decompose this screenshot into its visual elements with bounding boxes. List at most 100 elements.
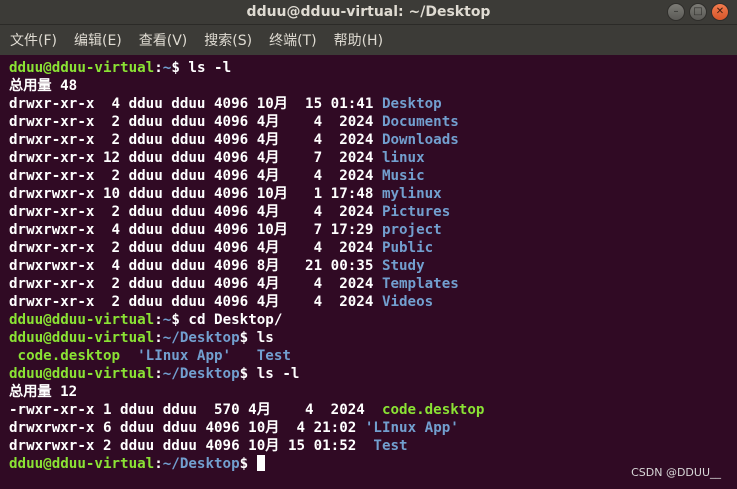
prompt-symbol: $ [239, 330, 249, 346]
terminal-line: dduu@dduu-virtual:~/Desktop$ [9, 455, 728, 473]
prompt-separator: : [154, 366, 163, 382]
terminal-line: drwxrwxr-x 4 dduu dduu 4096 10月 7 17:29 … [9, 221, 728, 239]
command-text: ls -l [248, 366, 300, 382]
file-metadata: drwxr-xr-x 2 dduu dduu 4096 4月 4 2024 [9, 132, 382, 148]
file-metadata: drwxr-xr-x 2 dduu dduu 4096 4月 4 2024 [9, 276, 382, 292]
prompt-user: dduu@dduu-virtual [9, 312, 155, 328]
terminal-line: drwxrwxr-x 4 dduu dduu 4096 8月 21 00:35 … [9, 257, 728, 275]
file-metadata: drwxr-xr-x 2 dduu dduu 4096 4月 4 2024 [9, 240, 382, 256]
prompt-user: dduu@dduu-virtual [9, 330, 155, 346]
terminal-line: drwxr-xr-x 2 dduu dduu 4096 4月 4 2024 Pu… [9, 239, 728, 257]
file-name: Desktop [381, 96, 442, 112]
terminal-line: drwxrwxr-x 10 dduu dduu 4096 10月 1 17:48… [9, 185, 728, 203]
file-name: Videos [381, 294, 434, 310]
menu-edit[interactable]: 编辑(E) [72, 28, 124, 52]
window-title: dduu@dduu-virtual: ~/Desktop [246, 4, 491, 20]
file-name: Documents [381, 114, 459, 130]
file-metadata: -rwxr-xr-x 1 dduu dduu 570 4月 4 2024 [9, 402, 382, 418]
file-name: Test [256, 348, 291, 364]
file-name: Public [381, 240, 434, 256]
file-metadata: drwxrwxr-x 4 dduu dduu 4096 10月 7 17:29 [9, 222, 382, 238]
terminal-line: drwxr-xr-x 2 dduu dduu 4096 4月 4 2024 Do… [9, 113, 728, 131]
command-text [248, 456, 257, 472]
file-metadata: drwxr-xr-x 4 dduu dduu 4096 10月 15 01:41 [9, 96, 382, 112]
terminal-line: dduu@dduu-virtual:~/Desktop$ ls [9, 329, 728, 347]
terminal-line: -rwxr-xr-x 1 dduu dduu 570 4月 4 2024 cod… [9, 401, 728, 419]
terminal-line: drwxrwxr-x 6 dduu dduu 4096 10月 4 21:02 … [9, 419, 728, 437]
prompt-user: dduu@dduu-virtual [9, 456, 155, 472]
menu-help[interactable]: 帮助(H) [332, 28, 385, 52]
file-metadata: drwxr-xr-x 2 dduu dduu 4096 4月 4 2024 [9, 114, 382, 130]
prompt-path: ~/Desktop [162, 330, 240, 346]
file-metadata: drwxr-xr-x 2 dduu dduu 4096 4月 4 2024 [9, 204, 382, 220]
menu-bar: 文件(F) 编辑(E) 查看(V) 搜索(S) 终端(T) 帮助(H) [0, 25, 737, 55]
file-name: Test [373, 438, 408, 454]
prompt-user: dduu@dduu-virtual [9, 366, 155, 382]
prompt-path: ~/Desktop [162, 366, 240, 382]
command-text: ls -l [179, 60, 232, 76]
terminal-line: drwxrwxr-x 2 dduu dduu 4096 10月 15 01:52… [9, 437, 728, 455]
file-metadata: drwxr-xr-x 2 dduu dduu 4096 4月 4 2024 [9, 168, 382, 184]
minimize-icon[interactable]: – [667, 3, 685, 21]
prompt-separator: : [154, 312, 163, 328]
file-metadata: drwxr-xr-x 12 dduu dduu 4096 4月 7 2024 [9, 150, 382, 166]
file-name: mylinux [381, 186, 442, 202]
file-name: project [381, 222, 442, 238]
file-name: linux [381, 150, 425, 166]
file-metadata: drwxr-xr-x 2 dduu dduu 4096 4月 4 2024 [9, 294, 382, 310]
file-name: Downloads [381, 132, 459, 148]
terminal-line: drwxr-xr-x 2 dduu dduu 4096 4月 4 2024 Vi… [9, 293, 728, 311]
prompt-symbol: $ [239, 456, 249, 472]
terminal-line: code.desktop 'LInux App' Test [9, 347, 728, 365]
prompt-separator: : [154, 60, 163, 76]
text-cursor [256, 455, 265, 471]
file-name: 'LInux App' [137, 348, 232, 364]
command-text: cd Desktop/ [179, 312, 283, 328]
terminal-window: dduu@dduu-virtual: ~/Desktop – □ ✕ 文件(F)… [0, 0, 737, 489]
prompt-separator: : [154, 330, 163, 346]
terminal-line: drwxr-xr-x 2 dduu dduu 4096 4月 4 2024 Te… [9, 275, 728, 293]
menu-search[interactable]: 搜索(S) [202, 28, 254, 52]
menu-view[interactable]: 查看(V) [137, 28, 190, 52]
prompt-separator: : [154, 456, 163, 472]
maximize-icon[interactable]: □ [689, 3, 707, 21]
file-name: Templates [381, 276, 459, 292]
file-name: code.desktop [17, 348, 121, 364]
file-name: Music [381, 168, 425, 184]
file-metadata: drwxrwxr-x 6 dduu dduu 4096 10月 4 21:02 [9, 420, 365, 436]
terminal-line: 总用量 48 [9, 77, 728, 95]
prompt-symbol: $ [171, 60, 180, 76]
prompt-symbol: $ [171, 312, 180, 328]
menu-file[interactable]: 文件(F) [8, 28, 59, 52]
terminal-line: dduu@dduu-virtual:~$ ls -l [9, 59, 728, 77]
terminal-output[interactable]: dduu@dduu-virtual:~$ ls -l 总用量 48 drwxr-xr… [0, 55, 737, 473]
menu-terminal[interactable]: 终端(T) [267, 28, 318, 52]
terminal-line: drwxr-xr-x 2 dduu dduu 4096 4月 4 2024 Pi… [9, 203, 728, 221]
command-text: ls [248, 330, 274, 346]
window-controls: – □ ✕ [667, 3, 729, 21]
close-icon[interactable]: ✕ [711, 3, 729, 21]
terminal-line: drwxr-xr-x 12 dduu dduu 4096 4月 7 2024 l… [9, 149, 728, 167]
file-metadata: drwxrwxr-x 2 dduu dduu 4096 10月 15 01:52 [9, 438, 374, 454]
prompt-user: dduu@dduu-virtual [9, 60, 155, 76]
file-name: Pictures [381, 204, 451, 220]
output-text: 总用量 12 [9, 384, 78, 400]
prompt-symbol: $ [239, 366, 249, 382]
watermark: CSDN @DDUU__ [631, 466, 721, 479]
title-bar: dduu@dduu-virtual: ~/Desktop – □ ✕ [0, 0, 737, 25]
terminal-line: drwxr-xr-x 4 dduu dduu 4096 10月 15 01:41… [9, 95, 728, 113]
terminal-line: drwxr-xr-x 2 dduu dduu 4096 4月 4 2024 Do… [9, 131, 728, 149]
file-metadata: drwxrwxr-x 10 dduu dduu 4096 10月 1 17:48 [9, 186, 382, 202]
file-name: code.desktop [381, 402, 485, 418]
output-text: 总用量 48 [9, 78, 78, 94]
terminal-line: drwxr-xr-x 2 dduu dduu 4096 4月 4 2024 Mu… [9, 167, 728, 185]
prompt-path: ~/Desktop [162, 456, 240, 472]
terminal-line: dduu@dduu-virtual:~/Desktop$ ls -l [9, 365, 728, 383]
terminal-line: dduu@dduu-virtual:~$ cd Desktop/ [9, 311, 728, 329]
terminal-line: 总用量 12 [9, 383, 728, 401]
file-name: Study [381, 258, 425, 274]
file-name: 'LInux App' [364, 420, 459, 436]
